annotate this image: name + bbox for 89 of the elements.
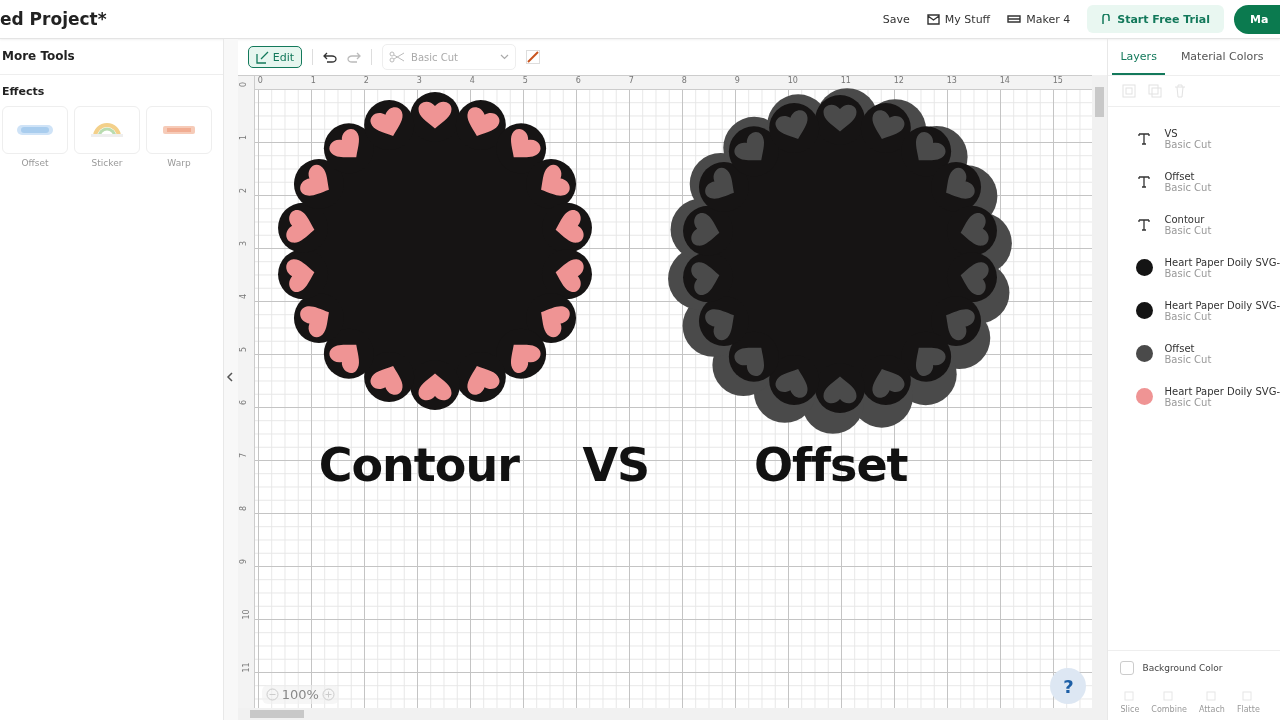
ruler-number: 9 bbox=[238, 558, 248, 565]
project-title: ed Project* bbox=[0, 9, 108, 29]
action-label: Combine bbox=[1151, 705, 1187, 714]
scrollbar-thumb[interactable] bbox=[249, 710, 304, 718]
ruler-number: 10 bbox=[787, 76, 798, 85]
zoom-level: 100% bbox=[281, 687, 319, 702]
layer-operation: Basic Cut bbox=[1164, 310, 1212, 322]
checkbox-label: Background Color bbox=[1142, 663, 1223, 673]
save-link[interactable]: Save bbox=[882, 12, 910, 26]
layer-operation: Basic Cut bbox=[1164, 138, 1212, 150]
canvas-text[interactable]: Offset bbox=[753, 438, 908, 492]
my-stuff-link[interactable]: My Stuff bbox=[944, 12, 991, 26]
ruler-number: 4 bbox=[469, 76, 475, 85]
ruler-number: 7 bbox=[238, 452, 248, 459]
effect-thumbnail[interactable] bbox=[2, 106, 68, 154]
machine-selector[interactable]: Maker 4 bbox=[1026, 12, 1071, 26]
action-label: Slice bbox=[1120, 705, 1140, 714]
zoom-out-icon[interactable] bbox=[265, 688, 279, 701]
ruler-number: 2 bbox=[238, 187, 248, 194]
ruler-number: 3 bbox=[416, 76, 422, 85]
ruler-number: 9 bbox=[734, 76, 740, 85]
panel-title: More Tools bbox=[0, 39, 223, 75]
panel-tab[interactable]: Material Colors bbox=[1172, 39, 1272, 75]
ruler-number: 6 bbox=[575, 76, 581, 85]
ruler-number: 15 bbox=[1052, 76, 1063, 85]
ruler-number: 5 bbox=[238, 346, 248, 353]
ruler-number: 6 bbox=[238, 399, 248, 406]
effect-thumbnail[interactable] bbox=[146, 106, 212, 154]
layer-operation: Basic Cut bbox=[1164, 267, 1212, 279]
zoom-in-icon[interactable] bbox=[321, 688, 335, 701]
layer-operation: Basic Cut bbox=[1164, 396, 1212, 408]
edit-icon bbox=[255, 50, 269, 64]
caret-icon bbox=[500, 54, 510, 60]
layer-operation: Basic Cut bbox=[1164, 181, 1212, 193]
canvas-text[interactable]: VS bbox=[582, 438, 650, 492]
inbox-icon bbox=[926, 13, 940, 25]
ruler-number: 0 bbox=[257, 76, 263, 85]
effect-label: Sticker bbox=[91, 158, 123, 168]
layer-name[interactable]: Contour bbox=[1164, 213, 1212, 225]
ruler-number: 11 bbox=[241, 662, 251, 673]
ruler-number: 7 bbox=[628, 76, 634, 85]
layer-name[interactable]: Heart Paper Doily SVG- bbox=[1164, 299, 1280, 311]
layer-operation: Basic Cut bbox=[1164, 353, 1212, 365]
layer-name[interactable]: Offset bbox=[1164, 170, 1212, 182]
ruler-number: 8 bbox=[681, 76, 687, 85]
collapse-icon[interactable] bbox=[225, 372, 234, 382]
effect-thumbnail[interactable] bbox=[74, 106, 140, 154]
undo-icon[interactable] bbox=[323, 51, 338, 63]
panel-tab[interactable]: Layers bbox=[1112, 39, 1165, 75]
action-label: Flatte bbox=[1236, 705, 1260, 714]
layer-name[interactable]: VS bbox=[1164, 127, 1212, 139]
ruler-number: 11 bbox=[840, 76, 851, 85]
checkbox[interactable] bbox=[1120, 661, 1135, 675]
start-trial-button[interactable]: Start Free Trial bbox=[1087, 5, 1224, 33]
ruler-number: 12 bbox=[893, 76, 904, 85]
ruler-number: 13 bbox=[946, 76, 957, 85]
ruler-number: 10 bbox=[241, 609, 251, 620]
machine-icon bbox=[1007, 14, 1022, 24]
help-button[interactable]: ? bbox=[1050, 668, 1087, 704]
ruler-number: 14 bbox=[999, 76, 1010, 85]
layer-operation: Basic Cut bbox=[1164, 224, 1212, 236]
make-button[interactable]: Ma bbox=[1234, 4, 1280, 34]
pen-icon[interactable] bbox=[526, 50, 541, 64]
trash-icon[interactable] bbox=[1174, 84, 1187, 98]
action-label: Attach bbox=[1198, 705, 1225, 714]
ruler-number: 3 bbox=[238, 240, 248, 247]
section-heading: Effects bbox=[2, 85, 46, 98]
ruler-number: 1 bbox=[310, 76, 316, 85]
layer-name[interactable]: Heart Paper Doily SVG- bbox=[1164, 385, 1280, 397]
layer-name[interactable]: Offset bbox=[1164, 342, 1212, 354]
redo-icon[interactable] bbox=[347, 51, 362, 63]
effect-label: Offset bbox=[21, 158, 49, 168]
scrollbar-thumb[interactable] bbox=[1095, 87, 1105, 117]
text-icon bbox=[1138, 132, 1151, 145]
ruler-number: 4 bbox=[238, 293, 248, 300]
text-icon bbox=[1138, 218, 1151, 231]
text-icon bbox=[1138, 175, 1151, 188]
ruler-number: 2 bbox=[363, 76, 369, 85]
ruler-number: 1 bbox=[238, 134, 248, 141]
ruler-number: 8 bbox=[238, 505, 248, 512]
edit-button[interactable]: Edit bbox=[247, 46, 303, 68]
ruler-number: 5 bbox=[522, 76, 528, 85]
canvas-text[interactable]: Contour bbox=[318, 438, 519, 492]
doily-drawing[interactable] bbox=[667, 88, 1012, 434]
doily-drawing[interactable] bbox=[277, 92, 592, 410]
ruler-number: 0 bbox=[238, 81, 248, 88]
effect-label: Warp bbox=[167, 158, 191, 168]
scissors-icon bbox=[389, 51, 406, 63]
layer-name[interactable]: Heart Paper Doily SVG- bbox=[1164, 256, 1280, 268]
